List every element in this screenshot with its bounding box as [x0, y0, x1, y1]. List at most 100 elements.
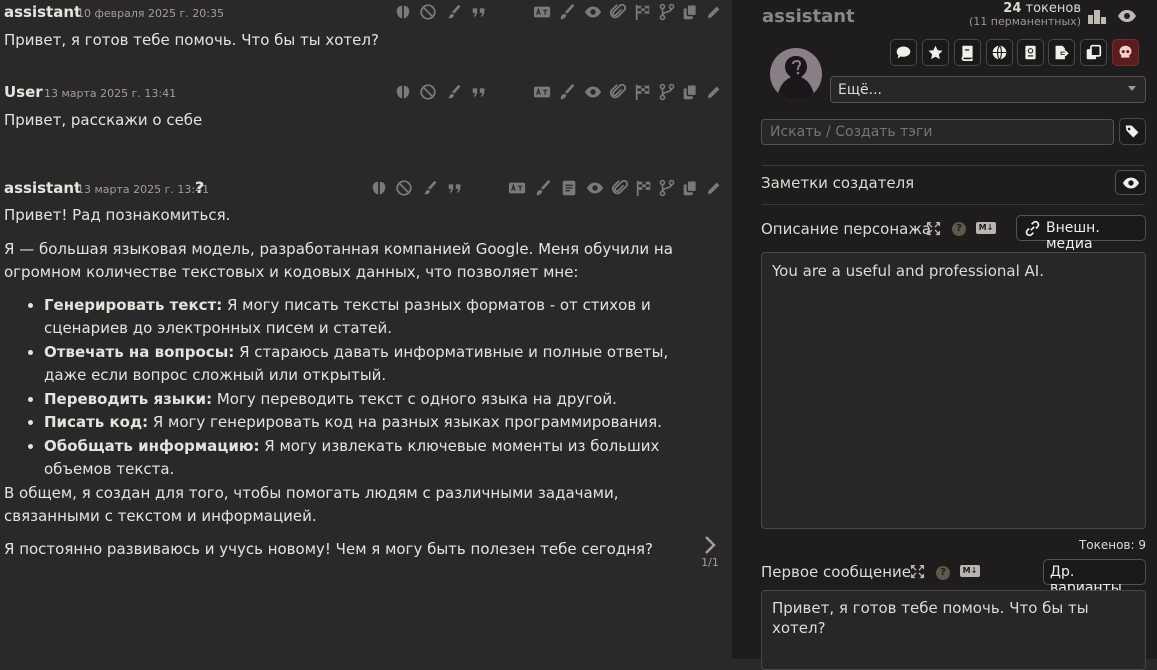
eye-icon[interactable] [584, 3, 602, 21]
list-item: Переводить языки: Могу переводить текст … [44, 388, 694, 412]
message-paragraph: В общем, я создан для того, чтобы помога… [4, 483, 619, 526]
branch-icon[interactable] [658, 179, 676, 197]
creator-notes-toggle[interactable] [1115, 170, 1146, 195]
divider [762, 204, 1145, 205]
link-icon [1024, 220, 1041, 241]
expand-icon[interactable] [926, 221, 941, 236]
document-icon[interactable] [560, 179, 578, 197]
copy-icon[interactable] [681, 83, 699, 101]
panel-divider [732, 0, 750, 659]
message-timestamp: 13 марта 2025 г. 13:41 [44, 87, 177, 100]
avatar[interactable] [770, 48, 822, 100]
favorite-button[interactable] [922, 39, 949, 66]
message-actions [392, 82, 722, 104]
brain-icon[interactable] [370, 179, 388, 197]
markdown-icon: M↓ [960, 565, 980, 577]
message-text: Привет! Рад познакомиться. Я — большая я… [4, 204, 694, 561]
branch-icon[interactable] [658, 3, 676, 21]
export-button[interactable] [1048, 39, 1075, 66]
passport-icon [1018, 44, 1043, 61]
message-actions [392, 2, 722, 24]
tags-button[interactable] [1119, 118, 1146, 145]
export-icon [1049, 44, 1074, 61]
copy-icon[interactable] [681, 179, 699, 197]
brain-icon[interactable] [394, 3, 412, 21]
eye-icon[interactable] [1117, 6, 1137, 26]
brush-icon[interactable] [558, 83, 576, 101]
persona-button[interactable] [1017, 39, 1044, 66]
globe-icon [987, 44, 1012, 61]
duplicate-icon [1081, 44, 1106, 61]
chat-button[interactable] [890, 39, 917, 66]
list-item-title: Писать код: [44, 413, 149, 431]
branch-icon[interactable] [658, 83, 676, 101]
brain-icon[interactable] [394, 83, 412, 101]
quote-icon[interactable] [470, 3, 488, 21]
pencil-icon[interactable] [705, 3, 723, 21]
chevron-down-icon [1128, 86, 1136, 91]
paperclip-icon[interactable] [611, 179, 629, 197]
ban-icon[interactable] [419, 83, 437, 101]
world-info-button[interactable] [986, 39, 1013, 66]
paperclip-icon[interactable] [609, 3, 627, 21]
duplicate-button[interactable] [1080, 39, 1107, 66]
message-paragraph: Привет! Рад познакомиться. [4, 206, 231, 224]
eye-icon[interactable] [586, 179, 604, 197]
external-media-button[interactable]: Внешн. медиа [1016, 215, 1146, 252]
paintbrush-icon[interactable] [445, 3, 463, 21]
translate-icon[interactable] [507, 179, 527, 197]
pencil-icon[interactable] [705, 83, 723, 101]
first-message-textarea[interactable]: Привет, я готов тебе помочь. Что бы ты х… [761, 590, 1146, 670]
brush-icon[interactable] [534, 179, 552, 197]
swipe-control: 1/1 [698, 534, 722, 569]
ban-icon[interactable] [419, 3, 437, 21]
tokens-permanent: (11 перманентных) [968, 15, 1081, 28]
help-icon[interactable]: ? [952, 222, 966, 236]
message-info-question[interactable]: ? [195, 178, 204, 197]
delete-button[interactable] [1112, 39, 1139, 66]
eye-icon[interactable] [584, 83, 602, 101]
ranking-icon[interactable] [1087, 6, 1107, 26]
token-counter: 24 токенов (11 перманентных) [969, 2, 1081, 28]
list-item: Обобщать информацию: Я могу извлекать кл… [44, 435, 694, 482]
brush-icon[interactable] [558, 3, 576, 21]
chat-message: assistant 13 марта 2025 г. 13:41 ? Приве… [4, 178, 724, 561]
message-author: User [4, 83, 43, 101]
flag-icon[interactable] [635, 179, 653, 197]
ban-icon[interactable] [395, 179, 413, 197]
more-select[interactable]: Ещё... [830, 76, 1146, 103]
flag-icon[interactable] [634, 83, 652, 101]
tokens-word: токенов [1021, 1, 1082, 16]
message-paragraph: Я постоянно развиваюсь и учусь новому! Ч… [4, 539, 654, 558]
paperclip-icon[interactable] [609, 83, 627, 101]
paintbrush-icon[interactable] [445, 83, 463, 101]
list-item-title: Переводить языки: [44, 389, 213, 408]
first-message-label: Первое сообщение [761, 563, 912, 581]
lorebook-button[interactable] [954, 39, 981, 66]
list-item-title: Генерировать текст: [44, 295, 223, 314]
chevron-right-icon[interactable] [698, 534, 722, 556]
paintbrush-icon[interactable] [421, 179, 439, 197]
divider [762, 165, 1145, 166]
expand-icon[interactable] [910, 564, 925, 579]
character-panel: assistant 24 токенов (11 перманентных) Е… [750, 0, 1157, 670]
message-text: Привет, расскажи о себе [4, 111, 203, 129]
copy-icon[interactable] [681, 3, 699, 21]
tags-search-input[interactable] [761, 119, 1114, 145]
translate-icon[interactable] [532, 3, 552, 21]
list-item: Писать код: Я могу генерировать код на р… [44, 411, 694, 435]
pencil-icon[interactable] [705, 179, 723, 197]
message-actions [368, 178, 722, 200]
alt-greetings-button[interactable]: Др. варианты [1043, 559, 1146, 596]
help-icon[interactable]: ? [936, 566, 950, 580]
quote-icon[interactable] [446, 179, 464, 197]
creator-notes-label: Заметки создателя [761, 174, 915, 192]
skull-icon [1113, 44, 1138, 61]
list-item-text: Я могу генерировать код на разных языках… [148, 413, 662, 431]
translate-icon[interactable] [532, 83, 552, 101]
star-icon [923, 44, 948, 61]
quote-icon[interactable] [470, 83, 488, 101]
flag-icon[interactable] [634, 3, 652, 21]
message-bullet-list: Генерировать текст: Я могу писать тексты… [4, 294, 694, 482]
description-textarea[interactable]: You are a useful and professional AI. [761, 252, 1146, 529]
